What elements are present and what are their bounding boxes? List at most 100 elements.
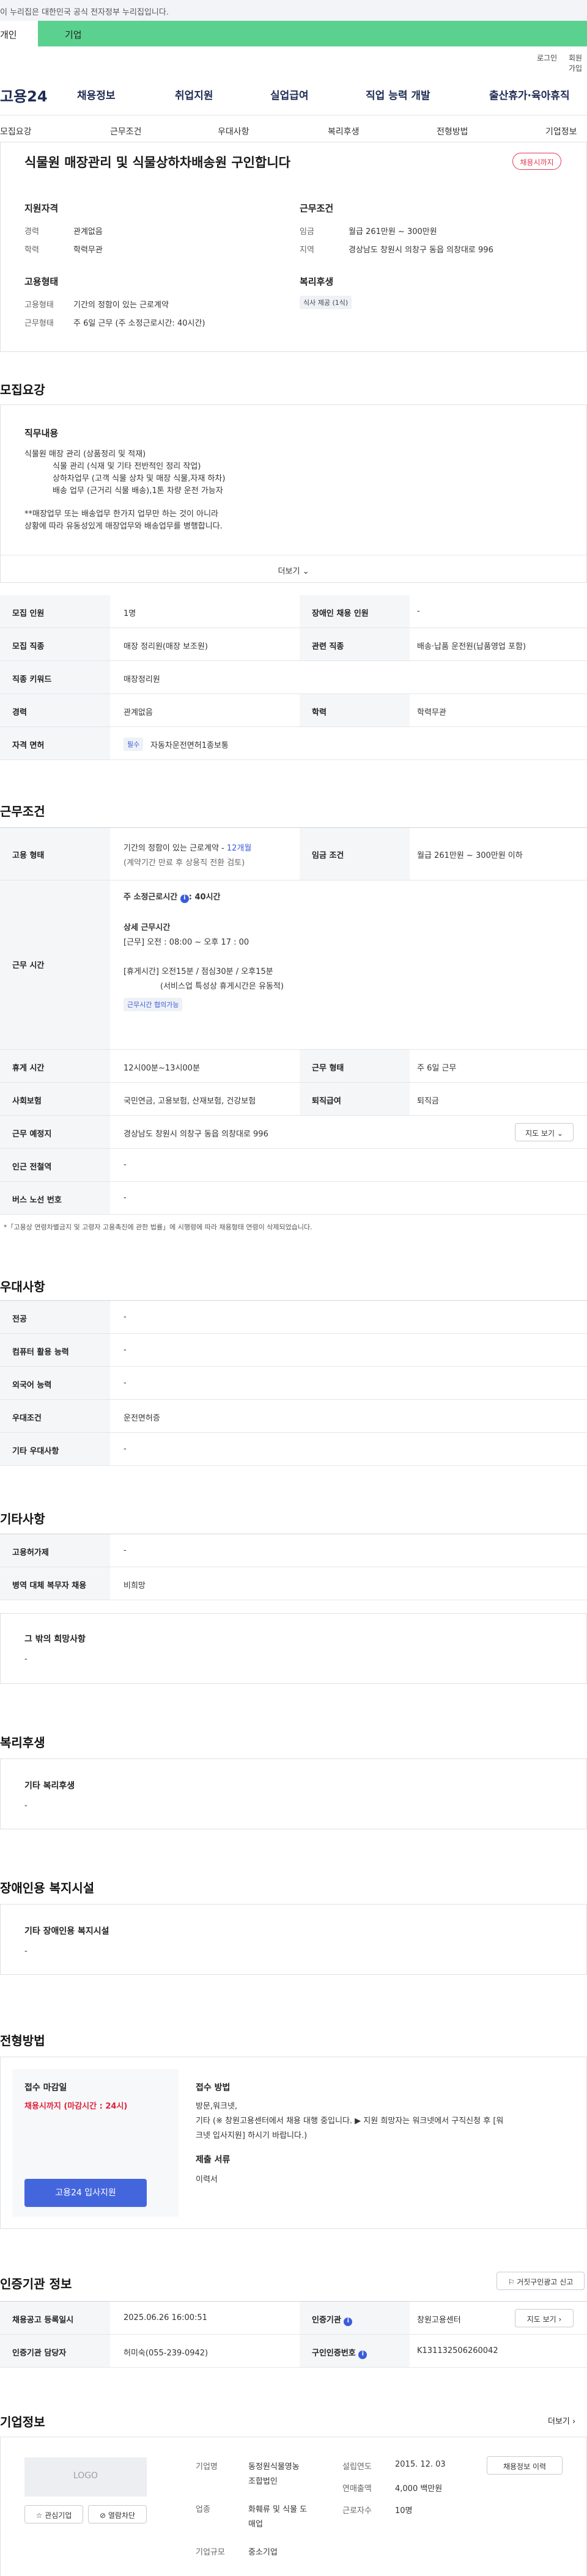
- tab-company[interactable]: 기업: [38, 21, 111, 46]
- th-cell: 인증기관 i: [300, 2302, 410, 2334]
- td-cell: 2025.06.26 16:00:51: [124, 2313, 207, 2322]
- more-label: 더보기: [278, 567, 300, 576]
- th-cell: 자격 면허: [0, 727, 110, 759]
- duty-line: 배송 업무 (근거리 식물 배송),1톤 차량 운전 가능자: [53, 486, 223, 496]
- tab-personal[interactable]: 개인: [0, 21, 38, 46]
- weekly-value: : 40시간: [188, 893, 221, 902]
- gnb-leave[interactable]: 출산휴가·육아휴직: [489, 87, 570, 102]
- industry2: 매업: [248, 2520, 263, 2529]
- th-cell: 인증기관 담당자: [0, 2335, 110, 2367]
- subnav-welfare[interactable]: 복리후생: [328, 125, 360, 137]
- hiring-history-button[interactable]: 채용정보 이력: [487, 2456, 563, 2475]
- interest-button[interactable]: ☆ 관심기업: [24, 2505, 83, 2523]
- th-label: 인증기관: [312, 2316, 341, 2325]
- job-title: 식물원 매장관리 및 식물상하차배송원 구인합니다: [24, 155, 290, 170]
- tab-company-label: 기업: [65, 29, 82, 40]
- duty-line: 상황에 따라 유동성있게 매장업무와 배송업무를 병행합니다.: [24, 522, 223, 531]
- emp-count: 10명: [395, 2506, 413, 2516]
- company-name: 동정원식물영농: [248, 2462, 300, 2472]
- td-cell: 주 6일 근무: [417, 1064, 457, 1073]
- chevron-down-icon: ⌄: [302, 567, 309, 576]
- td-cell: -: [124, 1312, 127, 1322]
- th-cell: 장애인 채용 인원: [300, 595, 410, 628]
- docs-title: 제출 서류: [196, 2155, 231, 2165]
- subnav-selection[interactable]: 전형방법: [437, 125, 468, 137]
- subnav-conditions[interactable]: 근무조건: [110, 125, 142, 137]
- report-button[interactable]: ⚐ 거짓구인광고 신고: [497, 2272, 585, 2290]
- info-icon[interactable]: i: [344, 2318, 353, 2326]
- edu-value: 학력무관: [73, 246, 103, 255]
- table-row: 고용 형태 기간의 정함이 있는 근로계약 - 12개월 (계약기간 만료 후 …: [0, 828, 587, 880]
- td-cell: 허미숙(055-239-0942): [124, 2349, 209, 2358]
- welfare-card: [0, 1758, 587, 1829]
- welfare-chip: 식사 제공 (1식): [300, 296, 352, 309]
- company-more-link[interactable]: 더보기 ›: [548, 2415, 575, 2426]
- th-cell: 학력: [300, 694, 410, 726]
- chevron-right-icon: ›: [558, 2315, 562, 2324]
- gnb-unemployment[interactable]: 실업급여: [270, 87, 309, 102]
- th-cell: 병역 대체 복무자 채용: [0, 1567, 110, 1600]
- gnb-employment-support[interactable]: 취업지원: [175, 87, 213, 102]
- section-work-title: 근무조건: [0, 804, 45, 819]
- td-cell: 창원고용센터: [417, 2316, 461, 2325]
- more-button[interactable]: 더보기 ⌄: [0, 555, 587, 583]
- table-row: 버스 노선 번호 -: [0, 1182, 587, 1215]
- block-button[interactable]: ⊘ 열람차단: [88, 2505, 147, 2523]
- info-icon[interactable]: i: [358, 2351, 367, 2359]
- signup-link[interactable]: 회원가입: [569, 53, 587, 73]
- emp-text: 기간의 정함이 있는 근로계약 -: [124, 844, 224, 853]
- table-row: 자격 면허 필수 자동차운전면허1종보통: [0, 727, 587, 760]
- industry-label: 업종: [196, 2505, 210, 2514]
- table-row: 병역 대체 복무자 채용 비희망: [0, 1567, 587, 1600]
- gov-banner: 이 누리집은 대한민국 공식 전자정부 누리집입니다.: [0, 0, 587, 21]
- disabled-sub: 기타 장애인용 복지시설: [24, 1927, 109, 1936]
- place-value: 경상남도 창원시 의창구 동읍 의창대로 996: [124, 1130, 268, 1139]
- map-button[interactable]: 지도 보기 ⌄: [515, 1123, 574, 1141]
- required-chip: 필수: [124, 737, 144, 751]
- detail-line: [근무] 오전 : 08:00 ~ 오후 17 : 00: [124, 938, 249, 947]
- login-link[interactable]: 로그인: [537, 53, 557, 63]
- detail-title: 상세 근무시간: [124, 923, 171, 932]
- disabled-card: [0, 1904, 587, 1975]
- disabled-value: -: [24, 1947, 28, 1956]
- block-label: 열람차단: [108, 2511, 136, 2520]
- apply-button[interactable]: 고용24 입사지원: [24, 2179, 147, 2207]
- cert-map-button[interactable]: 지도 보기 ›: [515, 2309, 574, 2327]
- table-row: 근무 시간 주 소정근로시간 i: 40시간 상세 근무시간 [근무] 오전 :…: [0, 880, 587, 1050]
- career-value: 관계없음: [73, 227, 103, 236]
- info-icon[interactable]: i: [180, 895, 189, 903]
- welfare-value: -: [24, 1801, 28, 1810]
- td-cell: 국민연금, 고용보험, 산재보험, 건강보험: [124, 1097, 256, 1106]
- subnav-company[interactable]: 기업정보: [545, 125, 577, 137]
- report-label: 거짓구인광고 신고: [517, 2278, 574, 2286]
- th-cell: 고용 형태: [0, 828, 110, 880]
- site-logo[interactable]: 고용24: [0, 84, 48, 106]
- table-row: 채용공고 등록일시 2025.06.26 16:00:51 인증기관 i 창원고…: [0, 2302, 587, 2335]
- map-label: 지도 보기: [526, 2315, 556, 2324]
- td-cell: 비희망: [124, 1581, 146, 1590]
- table-row: 외국어 능력 -: [0, 1367, 587, 1400]
- rest-line: (서비스업 특성상 휴게시간은 유동적): [160, 982, 284, 991]
- emp-title: 고용형태: [24, 276, 59, 287]
- th-cell: 사회보험: [0, 1083, 110, 1115]
- edu-label: 학력: [24, 246, 39, 255]
- subnav-preference[interactable]: 우대사항: [218, 125, 249, 137]
- gnb-training[interactable]: 직업 능력 개발: [366, 87, 430, 102]
- cond-title: 근무조건: [300, 203, 334, 214]
- th-cell: 우대조건: [0, 1400, 110, 1432]
- section-pref-title: 우대사항: [0, 1279, 45, 1294]
- td-cell: -: [124, 1160, 127, 1169]
- section-recruit-title: 모집요강: [0, 382, 45, 397]
- emptype-label: 고용형태: [24, 301, 54, 310]
- table-row: 사회보험 국민연금, 고용보험, 산재보험, 건강보험 퇴직급여 퇴직금: [0, 1083, 587, 1116]
- th-cell: 근무 예정지: [0, 1116, 110, 1148]
- table-row: 직종 키워드 매장정리원: [0, 661, 587, 694]
- subnav-recruit[interactable]: 모집요강: [0, 125, 32, 137]
- duty-line: 상하차업무 (고객 식물 상차 및 매장 식물,자재 하차): [53, 474, 226, 483]
- gnb-jobs[interactable]: 채용정보: [77, 87, 116, 102]
- wage-cond: 월급 261만원 ~ 300만원 이하: [417, 851, 523, 860]
- table-row: 우대조건 운전면허증: [0, 1400, 587, 1433]
- th-cell: 버스 노선 번호: [0, 1182, 110, 1214]
- method-line: 크넷 입사지원] 하시기 바랍니다.): [196, 2131, 308, 2140]
- interest-label: 관심기업: [45, 2511, 72, 2520]
